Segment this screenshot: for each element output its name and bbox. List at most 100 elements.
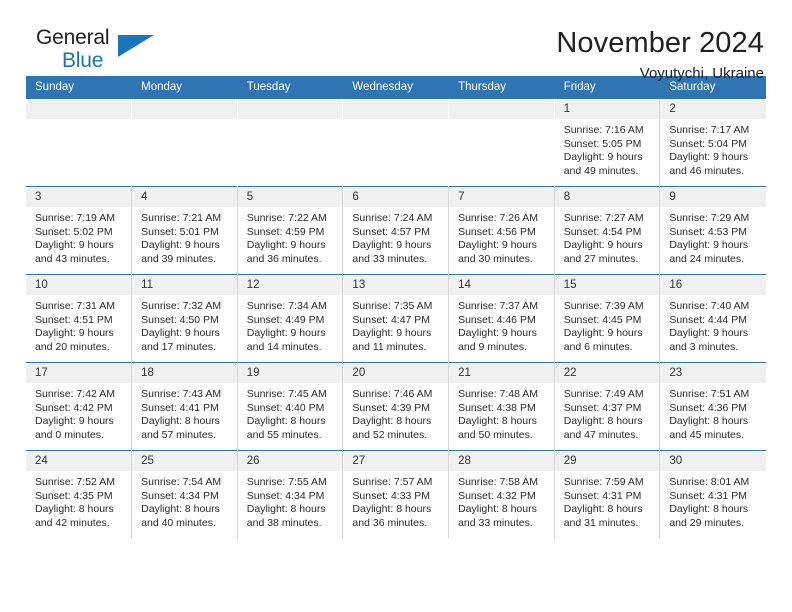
calendar-week-row: 3 Sunrise: 7:19 AM Sunset: 5:02 PM Daylight… bbox=[26, 186, 766, 275]
day-sun-info: Sunrise: 7:58 AM Sunset: 4:32 PM Daylight:… bbox=[449, 471, 554, 530]
calendar-day-cell[interactable]: 12 Sunrise: 7:34 AM Sunset: 4:49 PM Dayligh… bbox=[236, 274, 344, 363]
sunset-time: Sunset: 4:46 PM bbox=[458, 313, 536, 326]
calendar-day-cell[interactable]: 26 Sunrise: 7:55 AM Sunset: 4:34 PM Dayligh… bbox=[236, 450, 344, 539]
day-number: 12 bbox=[237, 275, 343, 295]
calendar-day-cell[interactable]: 1 Sunrise: 7:16 AM Sunset: 5:05 PM Daylight… bbox=[553, 98, 661, 187]
day-sun-info: Sunrise: 7:19 AM Sunset: 5:02 PM Daylight:… bbox=[26, 207, 131, 266]
sunset-time: Sunset: 4:45 PM bbox=[563, 313, 642, 326]
day-sun-info: Sunrise: 7:54 AM Sunset: 4:34 PM Daylight:… bbox=[132, 471, 237, 530]
daylight-duration-line2: and 24 minutes. bbox=[669, 252, 745, 265]
day-number: 5 bbox=[237, 187, 343, 207]
daylight-duration-line1: Daylight: 9 hours bbox=[35, 327, 114, 340]
calendar-day-cell[interactable]: 7 Sunrise: 7:26 AM Sunset: 4:56 PM Daylight… bbox=[448, 186, 555, 275]
daylight-duration-line2: and 50 minutes. bbox=[458, 428, 533, 441]
day-sun-info: Sunrise: 7:31 AM Sunset: 4:51 PM Daylight:… bbox=[26, 295, 131, 354]
calendar-day-cell[interactable]: 23 Sunrise: 7:51 AM Sunset: 4:36 PM Dayligh… bbox=[659, 362, 766, 451]
calendar-day-cell[interactable]: 28 Sunrise: 7:58 AM Sunset: 4:32 PM Dayligh… bbox=[448, 450, 555, 539]
day-sun-info: Sunrise: 7:42 AM Sunset: 4:42 PM Daylight:… bbox=[26, 383, 131, 442]
brand-logo: General Blue bbox=[26, 26, 176, 78]
calendar-day-cell[interactable]: 13 Sunrise: 7:35 AM Sunset: 4:47 PM Dayligh… bbox=[342, 274, 450, 363]
daylight-duration-line1: Daylight: 9 hours bbox=[563, 239, 643, 252]
day-sun-info: Sunrise: 7:45 AM Sunset: 4:40 PM Daylight:… bbox=[238, 383, 343, 442]
calendar-day-cell[interactable]: 22 Sunrise: 7:49 AM Sunset: 4:37 PM Dayligh… bbox=[553, 362, 661, 451]
day-number: 29 bbox=[554, 451, 660, 471]
day-sun-info: Sunrise: 7:21 AM Sunset: 5:01 PM Daylight:… bbox=[132, 207, 237, 266]
sunset-time: Sunset: 4:54 PM bbox=[563, 225, 642, 238]
day-sun-info: Sunrise: 7:37 AM Sunset: 4:46 PM Daylight:… bbox=[449, 295, 554, 354]
calendar-day-cell[interactable]: 5 Sunrise: 7:22 AM Sunset: 4:59 PM Daylight… bbox=[236, 186, 344, 275]
day-sun-info: Sunrise: 7:39 AM Sunset: 4:45 PM Daylight:… bbox=[555, 295, 660, 354]
calendar-day-cell[interactable]: 30 Sunrise: 8:01 AM Sunset: 4:31 PM Dayligh… bbox=[659, 450, 766, 539]
calendar-day-cell[interactable]: 6 Sunrise: 7:24 AM Sunset: 4:57 PM Daylight… bbox=[342, 186, 450, 275]
sunset-time: Sunset: 4:34 PM bbox=[141, 489, 219, 502]
sunset-time: Sunset: 4:31 PM bbox=[563, 489, 642, 502]
calendar-week-row: 24 Sunrise: 7:52 AM Sunset: 4:35 PM Dayligh… bbox=[26, 450, 766, 539]
sunset-time: Sunset: 4:41 PM bbox=[141, 401, 219, 414]
sunset-time: Sunset: 4:42 PM bbox=[35, 401, 113, 414]
sunrise-time: Sunrise: 7:26 AM bbox=[458, 212, 539, 224]
calendar-day-cell[interactable]: 16 Sunrise: 7:40 AM Sunset: 4:44 PM Dayligh… bbox=[659, 274, 766, 363]
day-number: 2 bbox=[660, 99, 766, 119]
calendar-day-cell[interactable]: 2 Sunrise: 7:17 AM Sunset: 5:04 PM Daylight… bbox=[659, 98, 766, 187]
daylight-duration-line2: and 33 minutes. bbox=[352, 252, 428, 265]
calendar-week-row: 1 Sunrise: 7:16 AM Sunset: 5:05 PM Daylight… bbox=[26, 98, 766, 187]
sunset-time: Sunset: 4:36 PM bbox=[669, 401, 747, 414]
daylight-duration-line2: and 49 minutes. bbox=[563, 164, 639, 177]
calendar-day-cell[interactable]: 10 Sunrise: 7:31 AM Sunset: 4:51 PM Dayligh… bbox=[26, 274, 133, 363]
sunrise-time: Sunrise: 7:35 AM bbox=[352, 300, 433, 312]
calendar-week-row: 10 Sunrise: 7:31 AM Sunset: 4:51 PM Dayligh… bbox=[26, 274, 766, 363]
calendar-page: General Blue November 2024 Voyutychi, Uk… bbox=[0, 0, 792, 612]
day-sun-info: Sunrise: 7:24 AM Sunset: 4:57 PM Daylight:… bbox=[343, 207, 448, 266]
day-number: 10 bbox=[26, 275, 132, 295]
calendar-day-cell[interactable]: 8 Sunrise: 7:27 AM Sunset: 4:54 PM Daylight… bbox=[553, 186, 661, 275]
calendar-day-cell[interactable]: 29 Sunrise: 7:59 AM Sunset: 4:31 PM Dayligh… bbox=[553, 450, 661, 539]
daylight-duration-line1: Daylight: 9 hours bbox=[669, 151, 749, 164]
day-number bbox=[237, 99, 343, 119]
day-sun-info: Sunrise: 7:52 AM Sunset: 4:35 PM Daylight:… bbox=[26, 471, 131, 530]
daylight-duration-line2: and 43 minutes. bbox=[35, 252, 110, 265]
sunrise-time: Sunrise: 7:34 AM bbox=[246, 300, 327, 312]
day-sun-info: Sunrise: 7:57 AM Sunset: 4:33 PM Daylight:… bbox=[343, 471, 448, 530]
daylight-duration-line1: Daylight: 8 hours bbox=[352, 503, 432, 516]
calendar-day-cell[interactable]: 18 Sunrise: 7:43 AM Sunset: 4:41 PM Dayligh… bbox=[131, 362, 238, 451]
daylight-duration-line1: Daylight: 9 hours bbox=[141, 239, 220, 252]
calendar-day-cell[interactable]: 4 Sunrise: 7:21 AM Sunset: 5:01 PM Daylight… bbox=[131, 186, 238, 275]
calendar-day-cell[interactable]: 3 Sunrise: 7:19 AM Sunset: 5:02 PM Daylight… bbox=[26, 186, 133, 275]
calendar-day-cell[interactable]: 14 Sunrise: 7:37 AM Sunset: 4:46 PM Dayligh… bbox=[448, 274, 555, 363]
daylight-duration-line1: Daylight: 9 hours bbox=[563, 151, 643, 164]
daylight-duration-line2: and 17 minutes. bbox=[141, 340, 216, 353]
sunrise-time: Sunrise: 7:55 AM bbox=[246, 476, 327, 488]
calendar-day-cell[interactable]: 17 Sunrise: 7:42 AM Sunset: 4:42 PM Dayligh… bbox=[26, 362, 133, 451]
daylight-duration-line1: Daylight: 8 hours bbox=[669, 415, 749, 428]
calendar-day-cell[interactable]: 27 Sunrise: 7:57 AM Sunset: 4:33 PM Dayligh… bbox=[342, 450, 450, 539]
daylight-duration-line2: and 36 minutes. bbox=[246, 252, 322, 265]
daylight-duration-line2: and 0 minutes. bbox=[35, 428, 104, 441]
calendar-day-cell[interactable]: 21 Sunrise: 7:48 AM Sunset: 4:38 PM Dayligh… bbox=[448, 362, 555, 451]
calendar-day-cell[interactable]: 11 Sunrise: 7:32 AM Sunset: 4:50 PM Dayligh… bbox=[131, 274, 238, 363]
day-number: 16 bbox=[660, 275, 766, 295]
calendar-day-cell[interactable]: 24 Sunrise: 7:52 AM Sunset: 4:35 PM Dayligh… bbox=[26, 450, 133, 539]
day-sun-info: Sunrise: 7:22 AM Sunset: 4:59 PM Daylight:… bbox=[238, 207, 343, 266]
sunrise-time: Sunrise: 7:17 AM bbox=[669, 124, 750, 136]
calendar-day-cell[interactable]: 15 Sunrise: 7:39 AM Sunset: 4:45 PM Dayligh… bbox=[553, 274, 661, 363]
calendar-week-row: 17 Sunrise: 7:42 AM Sunset: 4:42 PM Dayligh… bbox=[26, 362, 766, 451]
sunrise-time: Sunrise: 7:48 AM bbox=[458, 388, 539, 400]
day-number: 19 bbox=[237, 363, 343, 383]
sunrise-time: Sunrise: 7:31 AM bbox=[35, 300, 115, 312]
calendar-day-cell[interactable]: 25 Sunrise: 7:54 AM Sunset: 4:34 PM Dayligh… bbox=[131, 450, 238, 539]
brand-name-general: General bbox=[36, 26, 110, 49]
sunset-time: Sunset: 4:50 PM bbox=[141, 313, 219, 326]
daylight-duration-line2: and 30 minutes. bbox=[458, 252, 533, 265]
calendar-day-cell[interactable]: 20 Sunrise: 7:46 AM Sunset: 4:39 PM Dayligh… bbox=[342, 362, 450, 451]
sunrise-time: Sunrise: 7:46 AM bbox=[352, 388, 433, 400]
daylight-duration-line1: Daylight: 9 hours bbox=[458, 327, 537, 340]
sunset-time: Sunset: 4:33 PM bbox=[352, 489, 431, 502]
day-number: 4 bbox=[132, 187, 237, 207]
calendar-day-cell[interactable]: 19 Sunrise: 7:45 AM Sunset: 4:40 PM Dayligh… bbox=[236, 362, 344, 451]
day-number: 13 bbox=[343, 275, 449, 295]
daylight-duration-line2: and 6 minutes. bbox=[563, 340, 633, 353]
sunrise-time: Sunrise: 7:58 AM bbox=[458, 476, 539, 488]
calendar-day-cell[interactable]: 9 Sunrise: 7:29 AM Sunset: 4:53 PM Daylight… bbox=[659, 186, 766, 275]
daylight-duration-line2: and 46 minutes. bbox=[669, 164, 745, 177]
daylight-duration-line2: and 45 minutes. bbox=[669, 428, 745, 441]
